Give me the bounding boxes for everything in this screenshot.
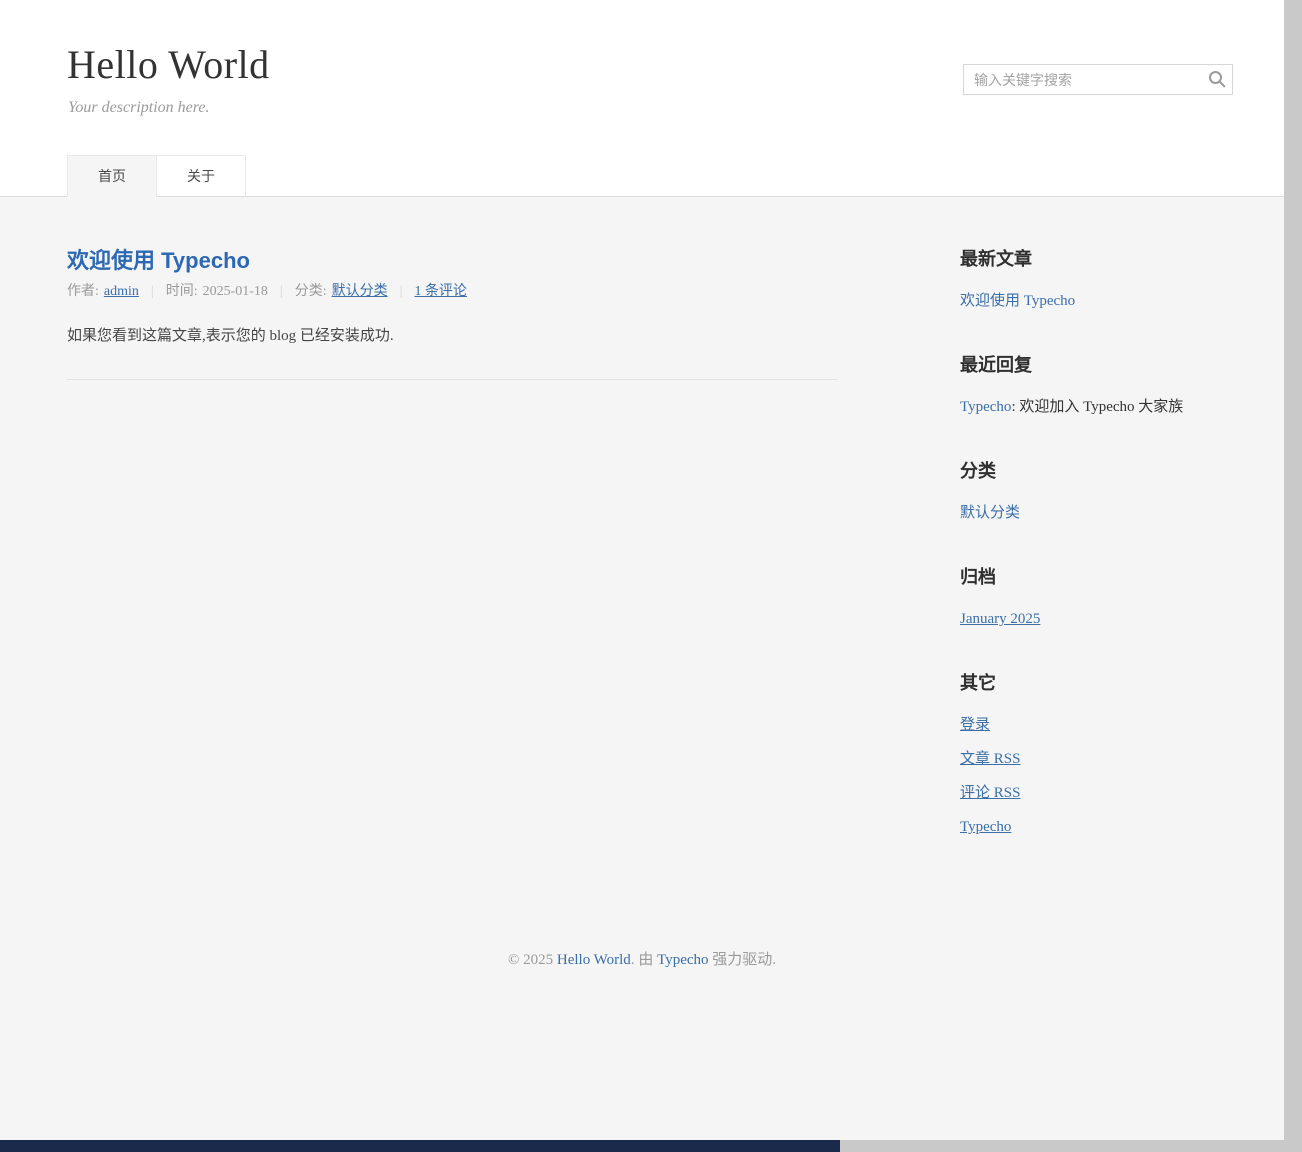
widget-misc: 其它 登录 文章 RSS 评论 RSS Typecho [960, 671, 1233, 837]
search-input[interactable] [963, 64, 1233, 95]
author-link[interactable]: admin [104, 284, 139, 299]
meta-separator: | [151, 284, 154, 299]
list-item: January 2025 [960, 609, 1233, 629]
post-body-text: 如果您看到这篇文章,表示您的 blog 已经安装成功. [67, 325, 837, 347]
site-footer: © 2025 Hello World. 由 Typecho 强力驱动. [0, 950, 1284, 1139]
widget-title-categories: 分类 [960, 459, 1233, 483]
login-link[interactable]: 登录 [960, 717, 990, 733]
footer-site-link[interactable]: Hello World [557, 952, 631, 968]
list-item: Typecho: 欢迎加入 Typecho 大家族 [960, 397, 1233, 417]
post-divider [67, 379, 837, 380]
search-box [963, 64, 1233, 95]
nav-tab-home[interactable]: 首页 [67, 155, 157, 197]
copyright-text: © 2025 [508, 952, 557, 968]
page-body: 欢迎使用 Typecho 作者: admin | 时间: 2025-01-18 | 分类: 默… [0, 197, 1284, 1139]
comments-link[interactable]: 1 条评论 [414, 284, 467, 299]
meta-separator: | [280, 284, 283, 299]
list-item: 默认分类 [960, 503, 1233, 523]
list-item: 文章 RSS [960, 749, 1233, 769]
widget-recent-posts: 最新文章 欢迎使用 Typecho [960, 247, 1233, 311]
comment-author-link[interactable]: Typecho [960, 399, 1011, 415]
category-label: 分类: [295, 284, 327, 299]
footer-text-suffix: 强力驱动. [709, 952, 777, 968]
content-row: 欢迎使用 Typecho 作者: admin | 时间: 2025-01-18 | 分类: 默… [0, 197, 1284, 950]
site-header: Hello World Your description here. 首页 关于 [0, 0, 1284, 197]
taskbar-strip [0, 1140, 840, 1152]
author-label: 作者: [67, 284, 99, 299]
site-description: Your description here. [0, 98, 1284, 118]
nav-tab-about[interactable]: 关于 [156, 155, 246, 197]
post-title-link[interactable]: 欢迎使用 Typecho [67, 247, 837, 275]
category-link[interactable]: 默认分类 [332, 284, 388, 299]
recent-post-link[interactable]: 欢迎使用 Typecho [960, 293, 1075, 309]
list-item: 欢迎使用 Typecho [960, 291, 1233, 311]
list-item: 评论 RSS [960, 783, 1233, 803]
category-item-link[interactable]: 默认分类 [960, 505, 1020, 521]
sidebar: 最新文章 欢迎使用 Typecho 最近回复 Typecho: 欢迎加入 Typ… [960, 247, 1233, 950]
widget-title-recent-posts: 最新文章 [960, 247, 1233, 271]
post-meta: 作者: admin | 时间: 2025-01-18 | 分类: 默认分类 | 1 条评论 [67, 283, 837, 301]
typecho-site-link[interactable]: Typecho [960, 819, 1011, 835]
post: 欢迎使用 Typecho 作者: admin | 时间: 2025-01-18 | 分类: 默… [67, 247, 837, 380]
widget-title-archives: 归档 [960, 565, 1233, 589]
list-item: Typecho [960, 817, 1233, 837]
widget-recent-comments: 最近回复 Typecho: 欢迎加入 Typecho 大家族 [960, 353, 1233, 417]
widget-title-recent-comments: 最近回复 [960, 353, 1233, 377]
widget-archives: 归档 January 2025 [960, 565, 1233, 629]
footer-text-middle: . 由 [631, 952, 657, 968]
post-rss-link[interactable]: 文章 RSS [960, 751, 1020, 767]
time-value: 2025-01-18 [203, 284, 268, 299]
comment-text: : 欢迎加入 Typecho 大家族 [1011, 399, 1183, 415]
archive-link[interactable]: January 2025 [960, 611, 1040, 627]
comment-rss-link[interactable]: 评论 RSS [960, 785, 1020, 801]
main-nav: 首页 关于 [0, 155, 1284, 197]
meta-separator: | [400, 284, 403, 299]
widget-categories: 分类 默认分类 [960, 459, 1233, 523]
time-label: 时间: [166, 284, 198, 299]
typecho-blog-page: Hello World Your description here. 首页 关于… [0, 0, 1284, 1140]
list-item: 登录 [960, 715, 1233, 735]
post-list: 欢迎使用 Typecho 作者: admin | 时间: 2025-01-18 | 分类: 默… [67, 247, 837, 950]
magnifier-icon [1207, 69, 1227, 89]
footer-engine-link[interactable]: Typecho [657, 952, 708, 968]
widget-title-misc: 其它 [960, 671, 1233, 695]
search-button[interactable] [1205, 68, 1229, 92]
